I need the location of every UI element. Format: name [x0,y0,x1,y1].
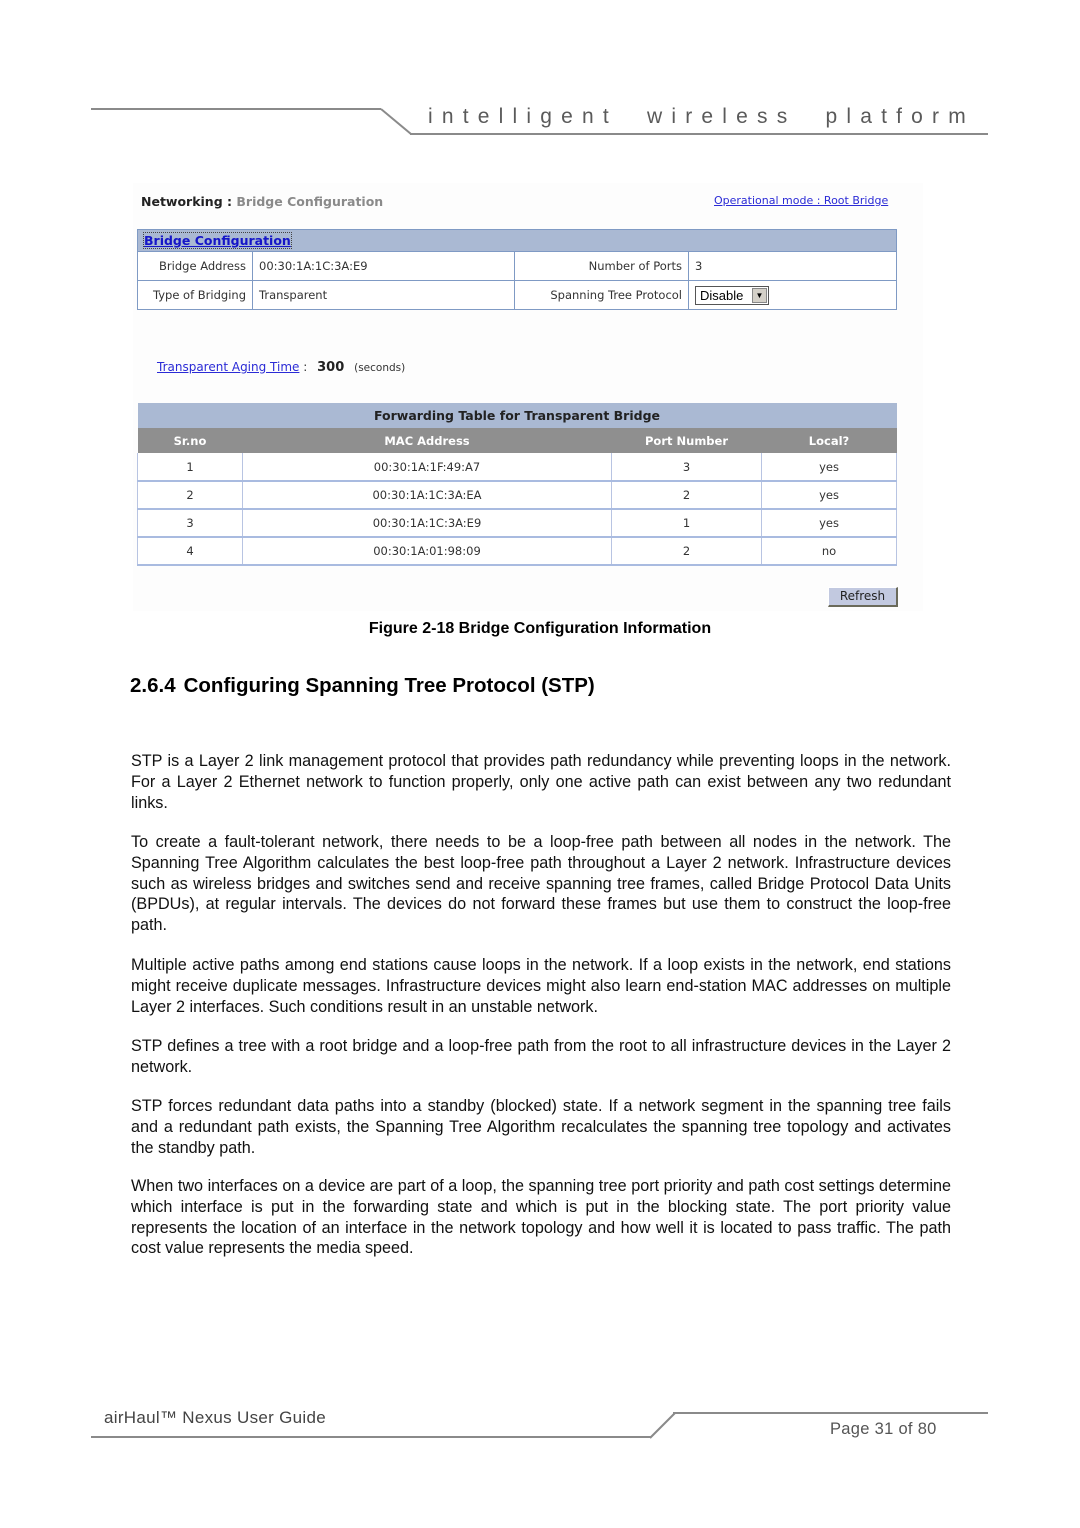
aging-time-unit: (seconds) [354,362,406,374]
cell-srno: 2 [137,481,243,510]
cell-local: yes [761,453,897,482]
type-of-bridging-value: Transparent [252,280,515,310]
cell-srno: 3 [137,509,243,538]
spanning-tree-protocol-select[interactable]: Disable ▼ [695,285,769,305]
aging-time-row: Transparent Aging Time : 300 (seconds) [157,360,405,375]
cell-srno: 1 [137,453,243,482]
breadcrumb-section: Networking : [141,194,233,209]
table-row: 1 00:30:1A:1F:49:A7 3 yes [137,453,897,482]
page-breadcrumb: Networking : Bridge Configuration [141,194,383,209]
number-of-ports-label: Number of Ports [514,251,689,281]
paragraph: To create a fault-tolerant network, ther… [131,833,951,935]
cell-mac-address: 00:30:1A:1F:49:A7 [242,453,612,482]
cell-local: no [761,537,897,566]
section-heading: 2.6.4 Configuring Spanning Tree Protocol … [130,674,595,698]
section-title: Configuring Spanning Tree Protocol (STP) [183,674,595,697]
cell-mac-address: 00:30:1A:1C:3A:E9 [242,509,612,538]
paragraph: STP forces redundant data paths into a s… [131,1097,951,1157]
footer-rule-slant [649,1412,676,1439]
header-rule-slant [380,108,412,135]
cell-port-number: 2 [611,481,762,510]
paragraph: STP is a Layer 2 link management protoco… [131,752,951,812]
aging-time-link[interactable]: Transparent Aging Time [157,360,299,374]
cell-mac-address: 00:30:1A:1C:3A:EA [242,481,612,510]
column-header-srno: Sr.no [137,428,243,453]
bridge-address-label: Bridge Address [137,251,253,281]
paragraph: When two interfaces on a device are part… [131,1177,951,1258]
cell-local: yes [761,481,897,510]
bridge-address-value: 00:30:1A:1C:3A:E9 [252,251,515,281]
figure-caption: Figure 2-18 Bridge Configuration Informa… [368,620,712,637]
footer-guide-title: airHaul™ Nexus User Guide [104,1408,326,1427]
footer-page-number: Page 31 of 80 [830,1420,937,1438]
breadcrumb-page: Bridge Configuration [236,194,384,209]
cell-local: yes [761,509,897,538]
cell-port-number: 3 [611,453,762,482]
chevron-down-icon[interactable]: ▼ [752,287,767,303]
bridge-config-screenshot: Networking : Bridge Configuration Operat… [133,183,923,611]
bridge-config-table: Bridge Configuration Bridge Address 00:3… [137,229,897,310]
aging-separator: : [303,360,308,374]
forwarding-table-title: Forwarding Table for Transparent Bridge [137,403,897,428]
cell-srno: 4 [137,537,243,566]
paragraph: Multiple active paths among end stations… [131,956,951,1016]
paragraph: STP defines a tree with a root bridge an… [131,1037,951,1076]
table-row: 4 00:30:1A:01:98:09 2 no [137,537,897,566]
footer-rule-right [673,1412,988,1414]
aging-time-value: 300 [317,360,345,375]
table-row: Bridge Address 00:30:1A:1C:3A:E9 Number … [137,251,897,281]
cell-port-number: 1 [611,509,762,538]
forwarding-table: Forwarding Table for Transparent Bridge … [137,403,897,566]
header-rule-right [410,133,988,135]
column-header-mac-address: MAC Address [242,428,612,453]
spanning-tree-protocol-label: Spanning Tree Protocol [514,280,689,310]
cell-port-number: 2 [611,537,762,566]
bridge-config-title-link[interactable]: Bridge Configuration [143,232,292,249]
header-rule-left [91,108,381,110]
header-tagline: intelligent wireless platform [428,105,975,128]
number-of-ports-value: 3 [688,251,897,281]
operational-mode-link[interactable]: Operational mode : Root Bridge [714,194,888,207]
column-header-port-number: Port Number [611,428,762,453]
cell-mac-address: 00:30:1A:01:98:09 [242,537,612,566]
section-number: 2.6.4 [130,674,176,697]
table-row: 3 00:30:1A:1C:3A:E9 1 yes [137,509,897,538]
table-row: 2 00:30:1A:1C:3A:EA 2 yes [137,481,897,510]
footer-rule-left [91,1436,651,1438]
table-row: Type of Bridging Transparent Spanning Tr… [137,280,897,310]
column-header-local: Local? [761,428,897,453]
type-of-bridging-label: Type of Bridging [137,280,253,310]
refresh-button[interactable]: Refresh [828,587,898,607]
select-value: Disable [700,287,744,303]
